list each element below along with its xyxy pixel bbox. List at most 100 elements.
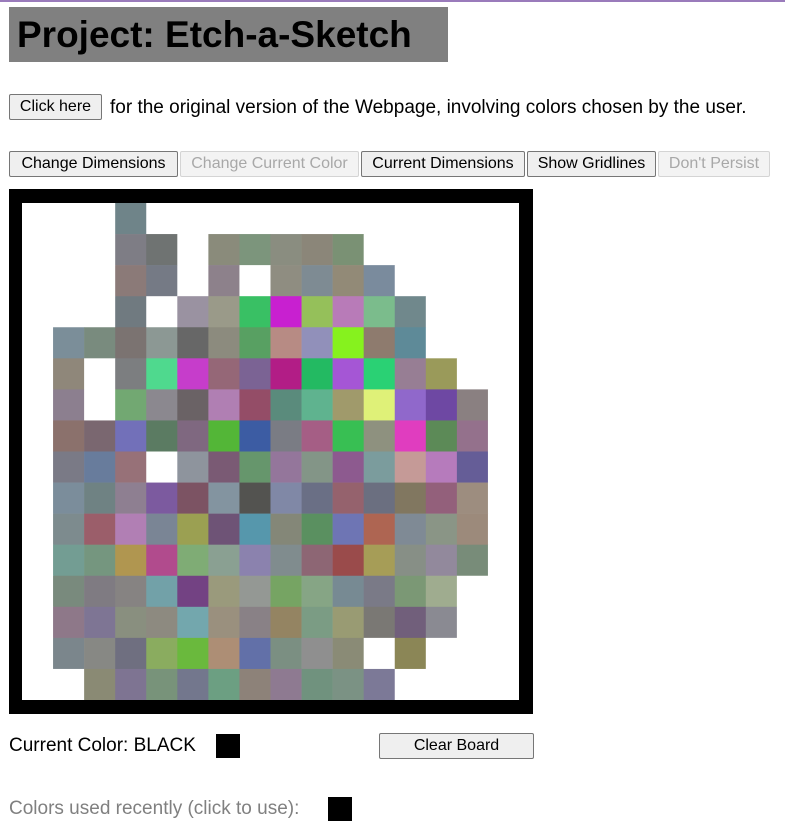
board-cell-15-14[interactable] [456,668,489,700]
board-cell-5-12[interactable] [394,358,427,390]
board-cell-14-14[interactable] [456,637,489,670]
board-cell-12-3[interactable] [115,575,147,608]
board-cell-7-10[interactable] [332,420,364,452]
board-cell-10-13[interactable] [425,513,458,545]
board-cell-3-2[interactable] [84,296,116,328]
board-cell-13-9[interactable] [301,606,333,639]
board-cell-8-12[interactable] [394,451,427,483]
board-cell-6-0[interactable] [22,389,54,421]
board-cell-1-6[interactable] [208,234,240,266]
board-cell-12-10[interactable] [332,575,364,608]
board-cell-2-8[interactable] [270,265,302,297]
board-cell-7-11[interactable] [363,420,396,452]
board-cell-5-14[interactable] [456,358,489,390]
board-cell-4-10[interactable] [332,327,364,359]
board-cell-1-12[interactable] [394,234,427,266]
board-cell-4-15[interactable] [487,327,519,359]
board-cell-3-12[interactable] [394,296,427,328]
board-cell-0-10[interactable] [332,203,364,235]
board-cell-10-7[interactable] [239,513,271,545]
change-dimensions-button[interactable]: Change Dimensions [9,151,178,177]
board-cell-9-7[interactable] [239,482,271,514]
board-cell-8-1[interactable] [53,451,85,483]
board-cell-13-12[interactable] [394,606,427,639]
board-cell-4-9[interactable] [301,327,333,359]
board-cell-1-10[interactable] [332,234,364,266]
board-cell-13-13[interactable] [425,606,458,639]
board-cell-12-12[interactable] [394,575,427,608]
board-cell-9-6[interactable] [208,482,240,514]
board-cell-15-2[interactable] [84,668,116,700]
board-cell-7-0[interactable] [22,420,54,452]
board-cell-14-0[interactable] [22,637,54,670]
board-cell-3-8[interactable] [270,296,302,328]
board-cell-12-4[interactable] [146,575,178,608]
board-cell-9-15[interactable] [487,482,519,514]
board-cell-3-15[interactable] [487,296,519,328]
board-cell-7-2[interactable] [84,420,116,452]
board-cell-4-7[interactable] [239,327,271,359]
board-cell-8-2[interactable] [84,451,116,483]
board-cell-4-3[interactable] [115,327,147,359]
board-cell-8-14[interactable] [456,451,489,483]
board-cell-6-7[interactable] [239,389,271,421]
board-cell-2-9[interactable] [301,265,333,297]
board-cell-14-3[interactable] [115,637,147,670]
board-cell-8-5[interactable] [177,451,209,483]
board-cell-2-3[interactable] [115,265,147,297]
board-cell-2-5[interactable] [177,265,209,297]
board-cell-11-0[interactable] [22,544,54,577]
board-cell-13-5[interactable] [177,606,209,639]
board-cell-7-6[interactable] [208,420,240,452]
board-cell-9-12[interactable] [394,482,427,514]
board-cell-12-15[interactable] [487,575,519,608]
board-cell-10-3[interactable] [115,513,147,545]
board-cell-0-9[interactable] [301,203,333,235]
board-cell-3-3[interactable] [115,296,147,328]
board-cell-5-1[interactable] [53,358,85,390]
board-cell-1-2[interactable] [84,234,116,266]
board-cell-15-11[interactable] [363,668,396,700]
board-cell-13-11[interactable] [363,606,396,639]
board-cell-3-10[interactable] [332,296,364,328]
board-cell-0-12[interactable] [394,203,427,235]
board-cell-2-11[interactable] [363,265,396,297]
board-cell-8-0[interactable] [22,451,54,483]
board-cell-15-5[interactable] [177,668,209,700]
board-cell-5-3[interactable] [115,358,147,390]
board-cell-15-1[interactable] [53,668,85,700]
board-cell-4-13[interactable] [425,327,458,359]
board-cell-3-9[interactable] [301,296,333,328]
board-cell-2-10[interactable] [332,265,364,297]
board-cell-5-15[interactable] [487,358,519,390]
board-cell-9-14[interactable] [456,482,489,514]
board-cell-7-14[interactable] [456,420,489,452]
board-cell-7-7[interactable] [239,420,271,452]
board-cell-12-8[interactable] [270,575,302,608]
board-cell-11-13[interactable] [425,544,458,577]
board-cell-10-5[interactable] [177,513,209,545]
board-cell-11-11[interactable] [363,544,396,577]
board-cell-8-4[interactable] [146,451,178,483]
board-cell-12-14[interactable] [456,575,489,608]
board-cell-7-12[interactable] [394,420,427,452]
board-cell-0-15[interactable] [487,203,519,235]
board-cell-14-6[interactable] [208,637,240,670]
board-cell-10-8[interactable] [270,513,302,545]
board-cell-4-1[interactable] [53,327,85,359]
board-cell-1-8[interactable] [270,234,302,266]
board-cell-2-13[interactable] [425,265,458,297]
board-cell-5-6[interactable] [208,358,240,390]
board-cell-8-6[interactable] [208,451,240,483]
board-cell-3-11[interactable] [363,296,396,328]
board-cell-11-15[interactable] [487,544,519,577]
board-cell-11-4[interactable] [146,544,178,577]
board-cell-8-7[interactable] [239,451,271,483]
board-cell-9-9[interactable] [301,482,333,514]
board-cell-6-14[interactable] [456,389,489,421]
board-cell-12-5[interactable] [177,575,209,608]
board-cell-5-10[interactable] [332,358,364,390]
board-cell-15-7[interactable] [239,668,271,700]
board-cell-12-9[interactable] [301,575,333,608]
board-cell-9-3[interactable] [115,482,147,514]
